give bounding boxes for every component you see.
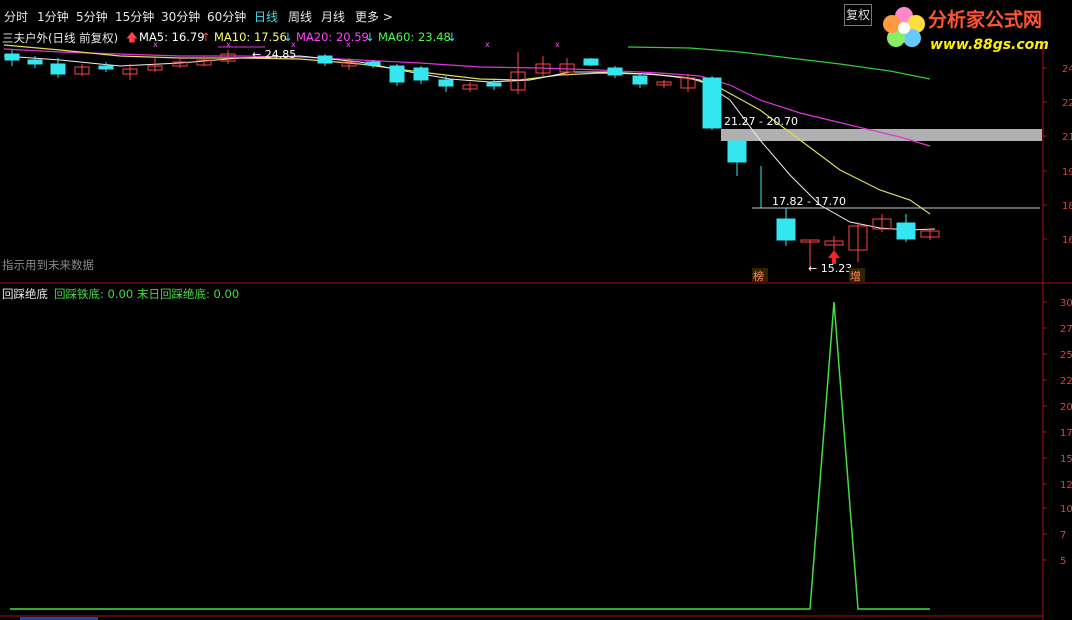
- indicator-title: 回踩绝底: [2, 287, 48, 301]
- increase-tag: 增: [850, 269, 861, 283]
- candle: [413, 66, 429, 84]
- candle: [220, 50, 236, 64]
- svg-text:x: x: [226, 40, 231, 49]
- sub-tick: 15: [1060, 454, 1072, 465]
- candle: [147, 58, 163, 72]
- candle: [462, 82, 478, 92]
- rank-tag: 榜: [753, 269, 764, 283]
- candle: [896, 214, 916, 242]
- sub-ticks: 30 27 25 22 20 17 15 12 10 7 5: [1060, 298, 1072, 567]
- candle: [535, 56, 551, 76]
- candle: [656, 80, 672, 88]
- candle: [776, 208, 796, 246]
- candlestick-chart[interactable]: 24 22 21 19 18 16 x x x x x x ← 24.85 21…: [0, 0, 1072, 620]
- candle: [632, 74, 648, 88]
- svg-text:x: x: [153, 40, 158, 49]
- sub-tick: 25: [1060, 350, 1072, 361]
- candle: [727, 140, 747, 176]
- future-data-note: 指示用到未来数据: [2, 258, 94, 272]
- svg-text:x: x: [346, 40, 351, 49]
- candle: [122, 64, 138, 80]
- sub-tick: 10: [1060, 504, 1072, 515]
- candle: [680, 74, 696, 92]
- sub-tick: 20: [1060, 402, 1072, 413]
- indicator-value-2: 末日回踩绝底: 0.00: [137, 287, 240, 301]
- candle: [50, 58, 66, 78]
- price-tick: 16: [1062, 235, 1072, 246]
- sub-tick: 22: [1060, 376, 1072, 387]
- candle: [607, 66, 623, 78]
- candle: [848, 222, 868, 262]
- price-ticks: 24 22 21 19 18 16: [1043, 64, 1072, 246]
- low-price-label: ← 15.23: [808, 262, 852, 275]
- candle: [583, 58, 599, 66]
- candle: [438, 76, 454, 92]
- gap-band: [721, 129, 1042, 141]
- candle: [824, 236, 844, 250]
- sub-tick: 27: [1060, 324, 1072, 335]
- candle: [872, 214, 892, 232]
- gap-label-2: 17.82 - 17.70: [772, 195, 846, 208]
- price-tick: 24: [1062, 64, 1072, 75]
- candle: [317, 54, 333, 66]
- sub-tick: 17: [1060, 428, 1072, 439]
- sub-tick: 30: [1060, 298, 1072, 309]
- signal-markers: xxxx xx: [153, 40, 560, 49]
- price-tick: 19: [1062, 167, 1072, 178]
- candle: [74, 64, 90, 76]
- indicator-line: [10, 301, 930, 610]
- svg-text:x: x: [485, 40, 490, 49]
- candle: [4, 50, 20, 66]
- price-tick: 22: [1062, 98, 1072, 109]
- candle: [510, 52, 526, 94]
- indicator-value-1: 回踩铁底: 0.00: [54, 287, 134, 301]
- sub-tick: 7: [1060, 530, 1066, 541]
- sub-tick: 12: [1060, 480, 1072, 491]
- gap-label-1: 21.27 - 20.70: [724, 115, 798, 128]
- high-price-label: ← 24.85: [252, 48, 296, 61]
- candle: [702, 76, 722, 130]
- sub-tick-marks: [1043, 301, 1047, 561]
- candle: [98, 62, 114, 72]
- svg-text:x: x: [555, 40, 560, 49]
- candles: [4, 50, 940, 270]
- price-tick: 21: [1062, 132, 1072, 143]
- sub-tick: 5: [1060, 556, 1066, 567]
- candle: [389, 64, 405, 86]
- price-tick: 18: [1062, 201, 1072, 212]
